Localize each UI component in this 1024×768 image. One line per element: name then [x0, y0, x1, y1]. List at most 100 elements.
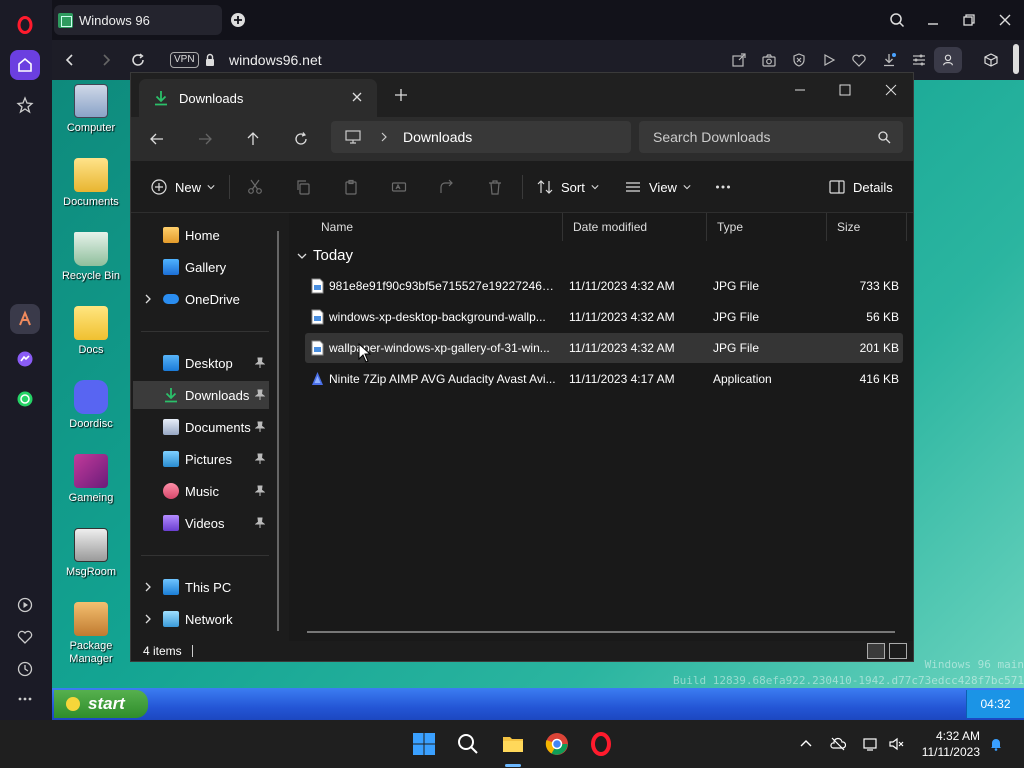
new-button[interactable]: New: [151, 175, 215, 199]
more-icon[interactable]: [10, 684, 40, 714]
opera-taskbar-icon[interactable]: [585, 728, 617, 760]
details-view-icon[interactable]: [867, 643, 885, 659]
pin-icon[interactable]: [255, 389, 265, 401]
volume-muted-icon[interactable]: [886, 734, 906, 754]
desktop-icon-msgroom[interactable]: MsgRoom: [53, 528, 129, 579]
easy-setup-icon[interactable]: [909, 50, 929, 70]
desktop-icon-documents[interactable]: Documents: [53, 158, 129, 209]
start-button[interactable]: start: [54, 690, 148, 718]
file-explorer-taskbar-icon[interactable]: [497, 728, 529, 760]
restore-icon[interactable]: [959, 10, 979, 30]
nav-videos[interactable]: Videos: [133, 509, 269, 537]
pin-icon[interactable]: [255, 453, 265, 465]
lock-icon[interactable]: [200, 50, 220, 70]
explorer-refresh-icon[interactable]: [291, 129, 311, 149]
paste-icon[interactable]: [343, 175, 359, 199]
star-icon[interactable]: [10, 90, 40, 120]
opera-logo-icon[interactable]: [10, 10, 40, 40]
file-row[interactable]: windows-xp-desktop-background-wallp... 1…: [305, 302, 903, 332]
delete-icon[interactable]: [487, 175, 503, 199]
nav-onedrive[interactable]: OneDrive: [133, 285, 269, 313]
share-icon[interactable]: [729, 50, 749, 70]
history-icon[interactable]: [10, 654, 40, 684]
add-tab-icon[interactable]: [393, 87, 409, 103]
copy-icon[interactable]: [295, 175, 311, 199]
display-icon[interactable]: [860, 734, 880, 754]
shield-icon[interactable]: [789, 50, 809, 70]
system-clock[interactable]: 4:32 AM 11/11/2023: [908, 728, 980, 760]
whatsapp-icon[interactable]: [10, 384, 40, 414]
search-input[interactable]: Search Downloads: [639, 121, 903, 153]
explorer-maximize-icon[interactable]: [822, 75, 868, 105]
nav-scrollbar[interactable]: [277, 231, 279, 631]
new-tab-icon[interactable]: [228, 10, 248, 30]
player-icon[interactable]: [10, 590, 40, 620]
notification-bell-icon[interactable]: [986, 734, 1006, 754]
tray-chevron-up-icon[interactable]: [796, 734, 816, 754]
breadcrumb[interactable]: Downloads: [331, 121, 631, 153]
url-field[interactable]: windows96.net: [229, 52, 322, 68]
nav-desktop[interactable]: Desktop: [133, 349, 269, 377]
desktop-icon-docs[interactable]: Docs: [53, 306, 129, 357]
nav-this-pc[interactable]: This PC: [133, 573, 269, 601]
forward-icon[interactable]: [96, 50, 116, 70]
sort-button[interactable]: Sort: [537, 175, 599, 199]
taskbar-search-icon[interactable]: [452, 728, 484, 760]
rename-icon[interactable]: [391, 175, 407, 199]
desktop-icon-recycle-bin[interactable]: Recycle Bin: [53, 232, 129, 283]
file-row[interactable]: 981e8e91f90c93bf5e715527e1922724645f1...…: [305, 271, 903, 301]
pin-icon[interactable]: [255, 485, 265, 497]
search-tabs-icon[interactable]: [887, 10, 907, 30]
aria-ai-icon[interactable]: [10, 304, 40, 334]
details-button[interactable]: Details: [829, 175, 893, 199]
profile-icon[interactable]: [934, 47, 962, 73]
desktop-icon-computer[interactable]: Computer: [53, 84, 129, 135]
camera-icon[interactable]: [759, 50, 779, 70]
explorer-tab[interactable]: Downloads: [139, 79, 377, 117]
home-icon[interactable]: [10, 50, 40, 80]
pin-icon[interactable]: [255, 421, 265, 433]
nav-home[interactable]: Home: [133, 221, 269, 249]
messenger-icon[interactable]: [10, 344, 40, 374]
desktop-icon-doordisc[interactable]: Doordisc: [53, 380, 129, 431]
page-scrollbar[interactable]: [1013, 44, 1019, 74]
column-header-date[interactable]: Date modified: [563, 213, 707, 241]
breadcrumb-downloads[interactable]: Downloads: [403, 129, 472, 145]
explorer-up-icon[interactable]: [243, 129, 263, 149]
expand-chevron-icon[interactable]: [143, 614, 153, 624]
expand-chevron-icon[interactable]: [143, 582, 153, 592]
back-icon[interactable]: [60, 50, 80, 70]
browser-tab[interactable]: Windows 96: [54, 5, 222, 35]
chrome-icon[interactable]: [541, 728, 573, 760]
nav-network[interactable]: Network: [133, 605, 269, 633]
more-options-icon[interactable]: [715, 175, 731, 199]
group-header-today[interactable]: Today: [297, 247, 353, 264]
download-icon[interactable]: [879, 50, 899, 70]
explorer-minimize-icon[interactable]: [777, 75, 823, 105]
bookmark-heart-icon[interactable]: [849, 50, 869, 70]
desktop-icon-gameing[interactable]: Gameing: [53, 454, 129, 505]
share-file-icon[interactable]: [439, 175, 455, 199]
expand-chevron-icon[interactable]: [143, 294, 153, 304]
explorer-forward-icon[interactable]: [195, 129, 215, 149]
heart-icon[interactable]: [10, 622, 40, 652]
view-button[interactable]: View: [625, 175, 691, 199]
flow-icon[interactable]: [819, 50, 839, 70]
horizontal-scrollbar[interactable]: [307, 631, 895, 633]
close-icon[interactable]: [995, 10, 1015, 30]
vpn-badge[interactable]: VPN: [170, 52, 199, 68]
windows-start-icon[interactable]: [408, 728, 440, 760]
desktop-icon-package-manager[interactable]: Package Manager: [53, 602, 129, 666]
column-header-type[interactable]: Type: [707, 213, 827, 241]
minimize-icon[interactable]: [923, 10, 943, 30]
onedrive-offline-icon[interactable]: [828, 734, 848, 754]
column-header-name[interactable]: Name: [311, 213, 563, 241]
explorer-back-icon[interactable]: [147, 129, 167, 149]
column-header-size[interactable]: Size: [827, 213, 907, 241]
reload-icon[interactable]: [128, 50, 148, 70]
nav-documents[interactable]: Documents: [133, 413, 269, 441]
nav-gallery[interactable]: Gallery: [133, 253, 269, 281]
cut-icon[interactable]: [247, 175, 263, 199]
pin-icon[interactable]: [255, 357, 265, 369]
extensions-icon[interactable]: [981, 50, 1001, 70]
